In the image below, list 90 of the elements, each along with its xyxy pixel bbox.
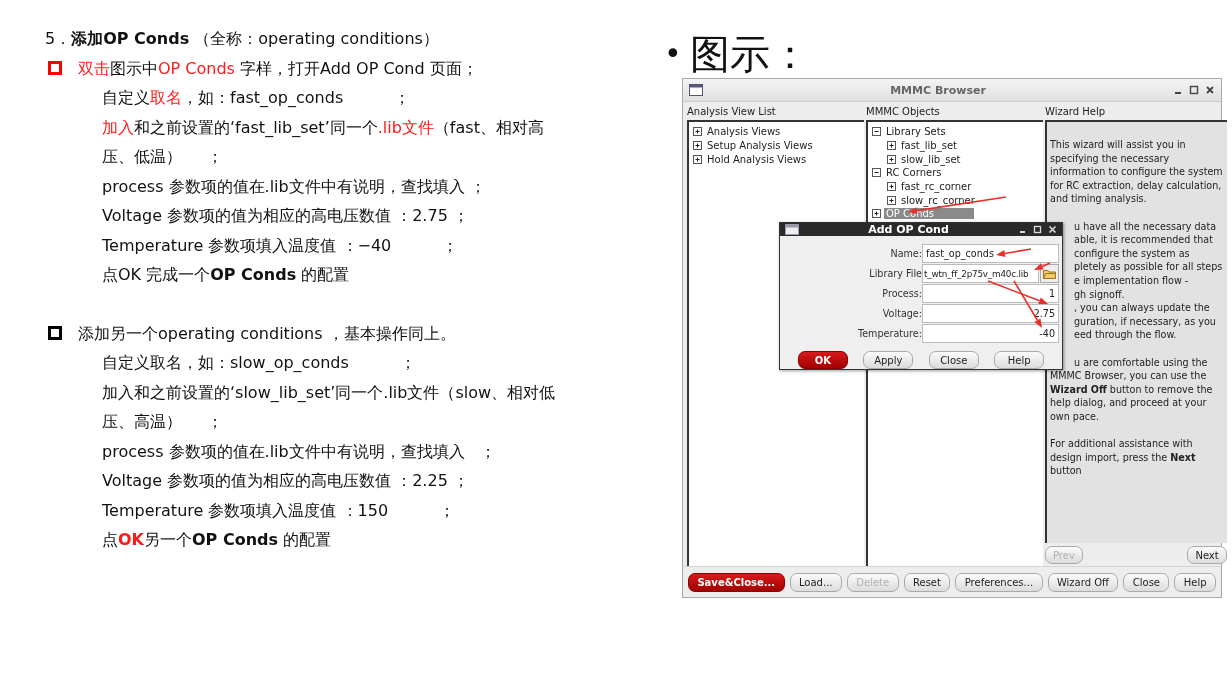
collapse-icon[interactable] bbox=[872, 168, 881, 178]
help-text: eed through the flow. bbox=[1074, 328, 1178, 342]
help-text: information to configure the system bbox=[1050, 165, 1223, 179]
nav-button[interactable]: Next bbox=[1187, 546, 1227, 564]
window-icon bbox=[689, 84, 703, 96]
tree-item[interactable]: slow_lib_set bbox=[899, 153, 963, 165]
button[interactable]: Save&Close... bbox=[688, 573, 785, 592]
field-label: Temperature: bbox=[857, 328, 922, 339]
help-text: able, it is recommended that bbox=[1074, 233, 1214, 247]
help-text: for RC extraction, delay calculation, bbox=[1050, 178, 1223, 193]
collapse-icon[interactable] bbox=[872, 127, 881, 137]
help-text: pletely as possible for all steps bbox=[1074, 260, 1223, 274]
help-text: u are comfortable using the bbox=[1074, 355, 1209, 370]
tree-item[interactable]: Hold Analysis Views bbox=[705, 153, 809, 165]
field-label: Process: bbox=[881, 288, 922, 299]
expand-icon[interactable] bbox=[693, 154, 702, 164]
expand-icon[interactable] bbox=[693, 127, 702, 137]
tree-item[interactable]: Setup Analysis Views bbox=[705, 140, 815, 152]
expand-icon[interactable] bbox=[887, 154, 896, 164]
instruction-text: 点OK 完成一个OP Conds 的配置 bbox=[101, 264, 351, 286]
field-label: Voltage: bbox=[881, 308, 922, 319]
help-text: MMMC Browser, you can use the bbox=[1050, 369, 1208, 383]
text-field[interactable]: -40 bbox=[922, 324, 1059, 343]
browse-button[interactable] bbox=[1040, 264, 1059, 283]
maximize-icon[interactable] bbox=[1189, 85, 1199, 95]
dialog-title: Add OP Cond bbox=[867, 223, 950, 236]
bullet: • bbox=[664, 35, 682, 73]
instruction-text: Voltage 参数项的值为相应的高电压数值 ：2.75 ； bbox=[101, 205, 470, 227]
field-label: Name: bbox=[889, 248, 922, 259]
tree-item[interactable]: RC Corners bbox=[884, 167, 944, 179]
annotation-arrow bbox=[996, 248, 1032, 257]
button[interactable]: Close bbox=[1123, 573, 1170, 592]
help-text: guration, if necessary, as you bbox=[1074, 314, 1217, 329]
instruction-text: process 参数项的值在.lib文件中有说明，查找填入 ； bbox=[101, 440, 497, 463]
bullet-text: 双击图示中OP Conds 字样，打开Add OP Cond 页面； bbox=[78, 57, 478, 80]
help-text: Wizard Off button to remove the bbox=[1050, 382, 1214, 397]
help-text: For additional assistance with bbox=[1050, 437, 1194, 451]
folder-icon bbox=[1043, 268, 1056, 279]
help-text: and timing analysis. bbox=[1050, 192, 1148, 206]
figure-label: 图示： bbox=[689, 30, 810, 78]
tree-item[interactable]: Library Sets bbox=[884, 126, 948, 138]
help-text: own pace. bbox=[1050, 409, 1101, 424]
tree-item[interactable]: slow_rc_corner bbox=[899, 194, 977, 206]
button[interactable]: Help bbox=[994, 351, 1045, 369]
button[interactable]: Help bbox=[1174, 573, 1217, 592]
instruction-text: Temperature 参数项填入温度值 ：−40 ； bbox=[101, 234, 460, 257]
help-text: design import, press the Next bbox=[1050, 450, 1197, 465]
instruction-text: process 参数项的值在.lib文件中有说明，查找填入 ； bbox=[101, 175, 487, 198]
annotation-arrow bbox=[1034, 262, 1051, 270]
text-field[interactable]: 1 bbox=[922, 284, 1059, 303]
expand-icon[interactable] bbox=[693, 141, 702, 151]
help-text: configure the system as bbox=[1074, 246, 1191, 261]
expand-icon[interactable] bbox=[887, 182, 896, 192]
help-text: This wizard will assist you in bbox=[1050, 138, 1187, 152]
help-text: e implementation flow - bbox=[1074, 273, 1190, 288]
help-text: help dialog, and proceed at your bbox=[1050, 396, 1208, 410]
instruction-text: Voltage 参数项的值为相应的高电压数值 ：2.25 ； bbox=[101, 470, 470, 492]
button[interactable]: Apply bbox=[863, 351, 914, 369]
button[interactable]: Preferences... bbox=[955, 573, 1043, 592]
button[interactable]: Wizard Off bbox=[1047, 573, 1119, 592]
button[interactable]: Reset bbox=[903, 573, 951, 592]
text-field[interactable]: 2.75 bbox=[922, 304, 1059, 323]
expand-icon[interactable] bbox=[887, 195, 896, 205]
window-title: MMMC Browser bbox=[889, 83, 987, 97]
pane-heading: Wizard Help bbox=[1045, 105, 1107, 119]
tree-item[interactable]: fast_lib_set bbox=[899, 140, 959, 152]
tree-item[interactable]: Analysis Views bbox=[705, 126, 783, 138]
pane-heading: Analysis View List bbox=[687, 105, 777, 119]
field-label: Library File bbox=[868, 268, 922, 279]
tree-item[interactable]: fast_rc_corner bbox=[899, 181, 974, 193]
help-text: , you can always update the bbox=[1074, 301, 1211, 315]
slide-heading: 5．添加OP Conds （全称：operating conditions） bbox=[45, 28, 440, 50]
bullet-text: 添加另一个operating conditions ，基本操作同上。 bbox=[78, 322, 456, 345]
help-text: u have all the necessary data bbox=[1074, 219, 1218, 234]
instruction-text: Temperature 参数项填入温度值 ：150 ； bbox=[101, 499, 456, 522]
file-path-field[interactable]: t_wtn_ff_2p75v_m40c.lib bbox=[922, 264, 1039, 283]
instruction-text: 自定义取名，如：slow_op_conds ； bbox=[101, 352, 417, 374]
button[interactable]: Close bbox=[928, 351, 979, 369]
instruction-text: 自定义取名，如：fast_op_conds ； bbox=[101, 87, 412, 109]
pane-heading: MMMC Objects bbox=[866, 105, 941, 119]
help-text: specifying the necessary bbox=[1050, 151, 1171, 166]
close-icon[interactable] bbox=[1205, 85, 1215, 95]
expand-icon[interactable] bbox=[887, 141, 896, 151]
help-text: button bbox=[1050, 464, 1083, 478]
instruction-text: 点OK另一个OP Conds 的配置 bbox=[101, 529, 333, 551]
button[interactable]: Load... bbox=[789, 573, 842, 592]
text-field[interactable]: fast_op_conds bbox=[922, 244, 1059, 263]
button[interactable]: OK bbox=[797, 351, 848, 369]
help-text: gh signoff. bbox=[1074, 287, 1126, 302]
expand-icon[interactable] bbox=[872, 209, 881, 219]
